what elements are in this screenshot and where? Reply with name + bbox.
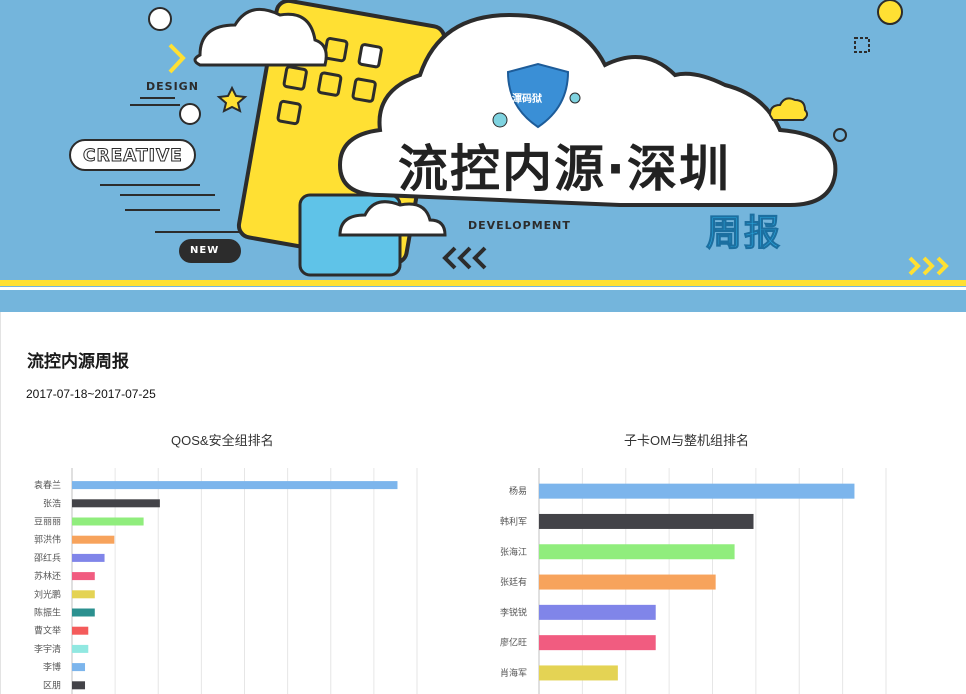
category-label: 李宇清: [34, 643, 61, 655]
banner-word-new: NEW: [190, 245, 220, 256]
bar: [72, 572, 95, 581]
category-label: 杨易: [509, 485, 527, 497]
bar: [72, 626, 89, 635]
banner-word-creative: CREATIVE: [83, 146, 183, 167]
category-label: 廖亿旺: [500, 637, 527, 649]
bar: [72, 590, 95, 599]
banner-word-development: DEVELOPMENT: [468, 219, 571, 232]
bar: [72, 499, 160, 508]
bar: [539, 544, 735, 560]
category-label: 刘光鹏: [34, 588, 61, 600]
category-label: 韩利军: [500, 515, 527, 527]
bar: [72, 481, 398, 490]
category-label: 肖海军: [500, 667, 527, 679]
category-label: 张廷有: [500, 576, 527, 588]
category-label: 张浩: [43, 497, 61, 509]
category-label: 邵红兵: [34, 552, 61, 564]
bar: [72, 681, 86, 690]
bar: [72, 517, 144, 526]
chart-plot: 杨易韩利军张海江张廷有李锐锐廖亿旺肖海军王思佳: [500, 468, 887, 694]
shield-label: 渾码狱: [512, 94, 542, 105]
bar: [539, 665, 618, 681]
bar: [72, 608, 95, 617]
banner-word-design: DESIGN: [146, 80, 199, 93]
bar: [72, 553, 105, 562]
bar: [72, 644, 89, 653]
report-date-range: 2017-07-18~2017-07-25: [26, 387, 156, 401]
bar: [539, 513, 754, 529]
category-label: 苏林还: [34, 570, 61, 582]
bar: [539, 574, 716, 590]
category-label: 豆丽丽: [34, 517, 61, 528]
report-section: 流控内源周报 2017-07-18~2017-07-25 QOS&安全组排名 袁…: [0, 312, 966, 694]
chart-plot: 袁春兰张浩豆丽丽郭洪伟邵红兵苏林还刘光鹏陈振生曹文举李宇清李博区朋程晓云: [34, 468, 418, 694]
banner-subtitle: 周报: [705, 213, 783, 255]
bar: [72, 663, 86, 672]
banner-title: 流控内源·深圳: [398, 140, 731, 198]
category-label: 郭洪伟: [34, 534, 61, 546]
category-label: 李锐锐: [500, 606, 527, 618]
report-title: 流控内源周报: [27, 352, 129, 372]
chart-qos-ranking: QOS&安全组排名 袁春兰 张浩 豆丽丽 郭洪伟 邵红兵 苏林还 刘光鹏 陈振生 曹文举 李宇清李…: [21, 424, 431, 694]
bar: [539, 483, 855, 499]
category-label: 张海江: [500, 546, 527, 558]
category-label: 陈振生: [34, 607, 61, 619]
bar: [72, 535, 115, 544]
category-label: 曹文举: [34, 625, 61, 637]
bar: [539, 635, 656, 651]
bar: [539, 604, 656, 620]
chart-om-ranking: 子卡OM与整机组排名 杨易韩利军张海江张廷有李锐锐廖亿旺肖海军王思佳: [481, 424, 911, 694]
category-label: 李博: [43, 661, 61, 673]
category-label: 袁春兰: [34, 479, 61, 491]
category-label: 区朋: [43, 680, 61, 691]
header-banner: DESIGN CREATIVE NEW DEVELOPMENT 渾码狱 流控内源…: [0, 0, 966, 312]
